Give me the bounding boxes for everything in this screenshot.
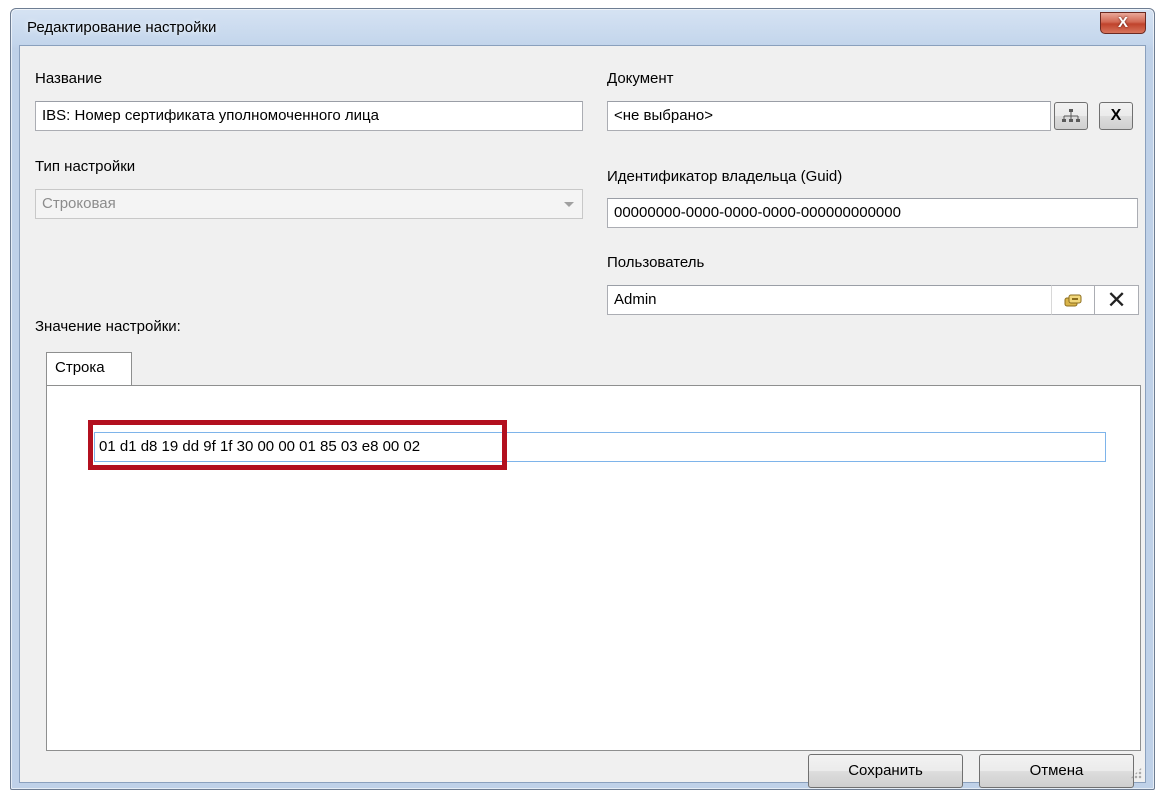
- title-bar[interactable]: Редактирование настройки X: [11, 9, 1154, 45]
- setting-value-label: Значение настройки:: [35, 318, 181, 335]
- user-clear-button[interactable]: ✕: [1095, 285, 1139, 315]
- type-select: Строковая: [35, 189, 583, 219]
- window-title: Редактирование настройки: [27, 19, 217, 36]
- document-picker-button[interactable]: [1054, 102, 1088, 130]
- close-icon: X: [1117, 14, 1128, 31]
- document-clear-button[interactable]: X: [1099, 102, 1133, 130]
- type-select-value: Строковая: [42, 195, 116, 212]
- owner-guid-field[interactable]: 00000000-0000-0000-0000-000000000000: [607, 198, 1138, 228]
- save-button[interactable]: Сохранить: [808, 754, 963, 788]
- name-label: Название: [35, 70, 103, 87]
- document-field[interactable]: <не выбрано>: [607, 101, 1051, 131]
- type-label: Тип настройки: [35, 158, 136, 175]
- hierarchy-icon: [1061, 108, 1081, 124]
- chevron-down-icon: [564, 202, 574, 207]
- tab-panel-string: 01 d1 d8 19 dd 9f 1f 30 00 00 01 85 03 e…: [46, 385, 1141, 751]
- user-picker-button[interactable]: [1051, 285, 1095, 315]
- users-icon: [1063, 292, 1083, 308]
- close-button[interactable]: X: [1100, 12, 1146, 34]
- tab-string-label: Строка: [55, 359, 105, 376]
- document-label: Документ: [607, 70, 674, 87]
- close-icon: ✕: [1106, 287, 1127, 314]
- clear-icon: X: [1110, 107, 1122, 124]
- tab-string[interactable]: Строка: [46, 352, 132, 386]
- dialog-window: Редактирование настройки X Название IBS:…: [10, 8, 1155, 790]
- user-label: Пользователь: [607, 254, 705, 271]
- setting-value-input[interactable]: 01 d1 d8 19 dd 9f 1f 30 00 00 01 85 03 e…: [94, 432, 1106, 462]
- user-field[interactable]: Admin: [607, 285, 1051, 315]
- dialog-client-area: Название IBS: Номер сертификата уполномо…: [19, 45, 1146, 788]
- owner-guid-label: Идентификатор владельца (Guid): [607, 168, 843, 185]
- cancel-button[interactable]: Отмена: [979, 754, 1134, 788]
- name-field[interactable]: IBS: Номер сертификата уполномоченного л…: [35, 101, 583, 131]
